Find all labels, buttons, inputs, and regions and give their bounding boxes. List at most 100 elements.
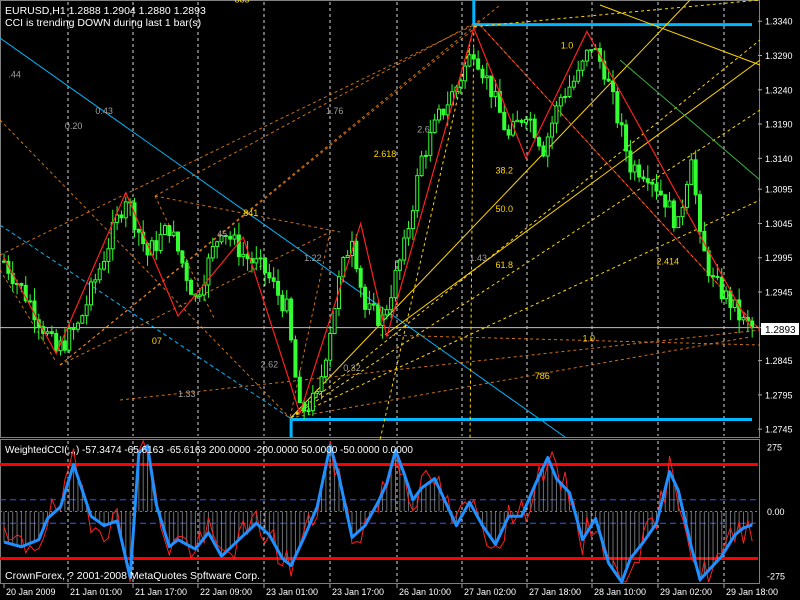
candle-body [680, 206, 685, 218]
mt4-chart-window: 885 1.0 .44 0.43 0.20 1.76 2.6 2.618 38.2 841 45 50… [0, 0, 800, 600]
candle-body [319, 376, 324, 392]
candle-body [528, 118, 533, 121]
fib-label: 2.618 [374, 149, 397, 159]
candle-body [606, 78, 611, 82]
candle-body [289, 298, 294, 341]
candle-body [641, 176, 646, 180]
candle-body [263, 257, 267, 274]
fib-label: 1.0 [561, 41, 574, 51]
current-price-label: 1.2893 [765, 325, 796, 336]
candle-body [19, 283, 24, 286]
candle-body [576, 69, 581, 82]
candle-body [437, 108, 441, 121]
candle-body [210, 245, 215, 259]
fib-label: 50.0 [496, 204, 514, 214]
candle-body [650, 181, 655, 185]
price-tick-label: 1.2945 [765, 288, 793, 298]
candle-body [328, 332, 333, 361]
candle-body [537, 137, 542, 147]
candle-body [724, 290, 729, 300]
candle-body [532, 118, 537, 139]
candle-body [271, 277, 276, 282]
candle-body [719, 276, 724, 300]
candle-body [371, 303, 376, 306]
fib-label: 1.22 [304, 253, 322, 263]
price-chart[interactable]: 885 1.0 .44 0.43 0.20 1.76 2.6 2.618 38.2 841 45 50… [0, 0, 800, 600]
time-tick-label: 22 Jan 09:00 [200, 587, 252, 597]
fib-ray [59, 4, 501, 366]
candle-body [62, 340, 67, 351]
fib-ray [0, 119, 291, 419]
candle-body [750, 320, 755, 327]
fib-ray [0, 21, 481, 256]
symbol-info: EURUSD,H1 1.2888 1.2904 1.2880 1.2893 [5, 5, 206, 17]
candle-body [563, 96, 568, 99]
candle-body [28, 300, 33, 303]
fib-label: 45 [217, 229, 227, 239]
candle-body [241, 253, 246, 258]
price-tick-label: 1.3190 [765, 120, 793, 130]
candle-body [684, 183, 689, 208]
candle-body [93, 279, 98, 283]
candle-body [689, 159, 694, 185]
candle-body [345, 254, 350, 259]
cci-tick-label: -275 [767, 572, 785, 582]
candle-body [611, 80, 615, 93]
candle-body [315, 390, 320, 394]
candle-body [489, 75, 494, 98]
candle-body [180, 250, 185, 264]
candle-body [419, 155, 424, 177]
candle-body [493, 91, 498, 98]
cci-tick-label: 275 [767, 442, 782, 452]
candle-body [406, 228, 411, 239]
fib-label: 0.20 [65, 121, 83, 131]
candle-body [445, 104, 450, 116]
candle-body [45, 331, 50, 334]
fib-label: 1.76 [326, 106, 344, 116]
candle-body [197, 294, 202, 297]
fib-label: 841 [243, 208, 258, 218]
candle-body [363, 286, 368, 310]
candle-body [393, 269, 398, 299]
candle-body [619, 122, 624, 126]
candle-body [154, 240, 159, 251]
fib-label: 0.32 [343, 363, 361, 373]
fib-ray [0, 269, 56, 361]
time-tick-label: 27 Jan 02:00 [464, 587, 516, 597]
candle-body [49, 331, 54, 334]
candle-body [189, 279, 194, 295]
candle-body [545, 136, 550, 157]
price-tick-label: 1.3340 [765, 17, 793, 27]
candle-body [280, 294, 285, 312]
fib-ray [154, 19, 481, 197]
candle-body [567, 86, 572, 98]
candle-body [463, 65, 468, 82]
fib-label: 885 [235, 0, 250, 5]
fib-ray [379, 334, 761, 346]
candle-body [236, 234, 241, 258]
candle-body [476, 58, 481, 70]
candle-body [441, 108, 446, 116]
time-tick-label: 27 Jan 18:00 [529, 587, 581, 597]
fib-label: 61.8 [496, 260, 514, 270]
price-tick-label: 1.2995 [765, 253, 793, 263]
candle-body [171, 231, 176, 236]
fib-label: 07 [152, 336, 162, 346]
candle-body [75, 322, 80, 330]
candle-body [515, 119, 520, 123]
candle-body [323, 359, 328, 378]
candle-body [80, 315, 85, 324]
candle-body [384, 309, 389, 316]
fib-label: 1.43 [469, 253, 487, 263]
fib-label: 1.0 [583, 333, 596, 343]
candle-body [32, 300, 37, 321]
candle-body [432, 119, 437, 134]
price-tick-label: 1.2745 [765, 425, 793, 435]
candle-body [267, 272, 272, 279]
candle-body [741, 317, 746, 321]
time-tick-label: 23 Jan 17:00 [332, 587, 384, 597]
candle-body [502, 111, 507, 131]
candle-body [423, 154, 428, 157]
time-tick-label: 26 Jan 10:00 [399, 587, 451, 597]
candle-body [136, 228, 141, 233]
